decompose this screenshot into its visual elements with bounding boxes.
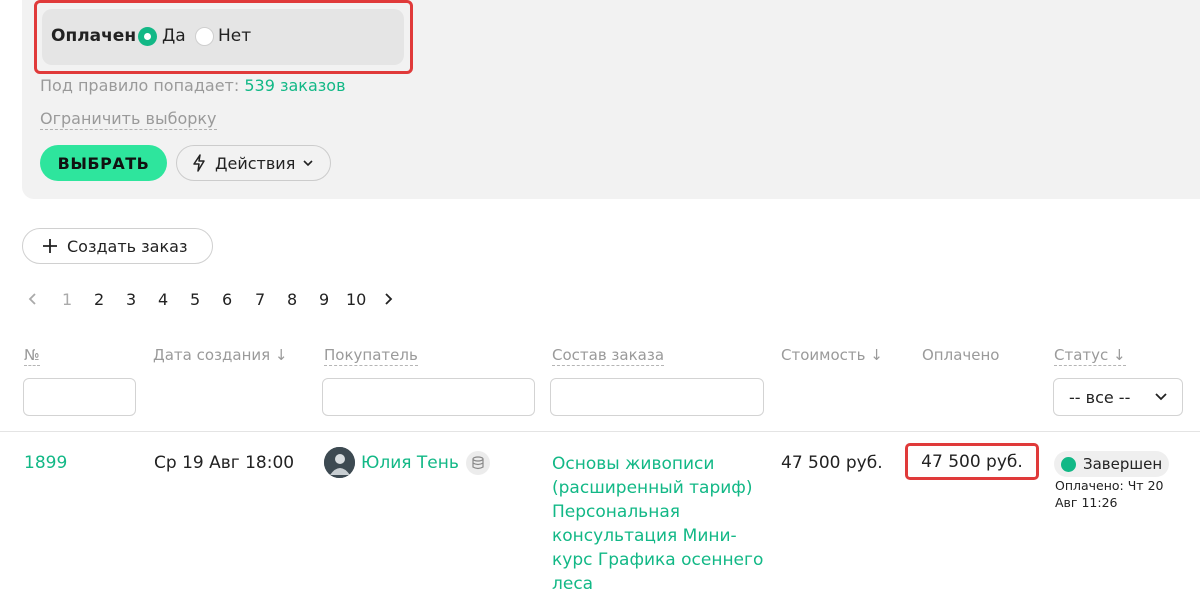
page-1[interactable]: 1 [62, 290, 72, 309]
header-created[interactable]: Дата создания ↓ [153, 346, 288, 364]
composition-filter-input[interactable] [550, 378, 764, 416]
status-badge: Завершен [1054, 451, 1169, 477]
paid-amount-value: 47 500 руб. [921, 451, 1023, 472]
rule-summary: Под правило попадает: 539 заказов [40, 76, 346, 95]
radio-yes-label[interactable]: Да [162, 26, 186, 46]
page-10[interactable]: 10 [346, 290, 366, 309]
actions-dropdown-button[interactable]: Действия [176, 145, 331, 181]
order-cost: 47 500 руб. [781, 453, 883, 473]
status-text: Завершен [1083, 455, 1163, 473]
header-number[interactable]: № [24, 346, 40, 366]
page-3[interactable]: 3 [126, 290, 136, 309]
radio-no-label[interactable]: Нет [218, 26, 251, 46]
radio-no[interactable] [195, 27, 214, 46]
header-buyer[interactable]: Покупатель [324, 346, 418, 366]
page-5[interactable]: 5 [190, 290, 200, 309]
header-status[interactable]: Статус ↓ [1054, 346, 1126, 366]
avatar [324, 447, 355, 478]
chevron-down-icon [1155, 393, 1167, 401]
select-button[interactable]: ВЫБРАТЬ [40, 145, 167, 181]
page-7[interactable]: 7 [255, 290, 265, 309]
number-filter-input[interactable] [23, 378, 136, 416]
status-dot-icon [1061, 456, 1076, 472]
order-number-link[interactable]: 1899 [24, 453, 67, 473]
page-4[interactable]: 4 [158, 290, 168, 309]
paid-timestamp: Оплачено: Чт 20 Авг 11:26 [1055, 478, 1164, 510]
status-filter-value: -- все -- [1069, 387, 1131, 407]
lightning-icon [193, 154, 205, 172]
create-order-button[interactable]: Создать заказ [22, 228, 213, 264]
next-page-icon[interactable] [383, 291, 393, 310]
paid-filter-label: Оплачен [51, 26, 137, 46]
page-2[interactable]: 2 [94, 290, 104, 309]
prev-page-icon[interactable] [28, 291, 38, 310]
header-cost[interactable]: Стоимость ↓ [781, 346, 883, 364]
select-button-label: ВЫБРАТЬ [57, 153, 150, 173]
buyer-filter-input[interactable] [322, 378, 535, 416]
header-composition[interactable]: Состав заказа [552, 346, 665, 366]
page-9[interactable]: 9 [319, 290, 329, 309]
limit-selection-link[interactable]: Ограничить выборку [40, 109, 217, 130]
radio-yes[interactable] [138, 27, 157, 46]
database-icon[interactable] [466, 451, 490, 475]
order-created-date: Ср 19 Авг 18:00 [154, 453, 295, 473]
table-divider [0, 431, 1200, 432]
buyer-link[interactable]: Юлия Тень [361, 453, 459, 473]
chevron-down-icon [303, 160, 313, 167]
rule-count-link[interactable]: 539 заказов [244, 76, 345, 95]
order-composition-link[interactable]: Основы живописи (расширенный тариф) Перс… [552, 452, 767, 596]
create-order-label: Создать заказ [67, 236, 188, 256]
order-paid-amount: 47 500 руб. [905, 443, 1039, 480]
header-paid: Оплачено [922, 346, 1000, 364]
actions-button-label: Действия [215, 153, 296, 173]
rule-prefix: Под правило попадает: [40, 76, 240, 95]
plus-icon [43, 239, 57, 253]
status-filter-select[interactable]: -- все -- [1053, 378, 1183, 416]
page-8[interactable]: 8 [287, 290, 297, 309]
page-6[interactable]: 6 [222, 290, 232, 309]
